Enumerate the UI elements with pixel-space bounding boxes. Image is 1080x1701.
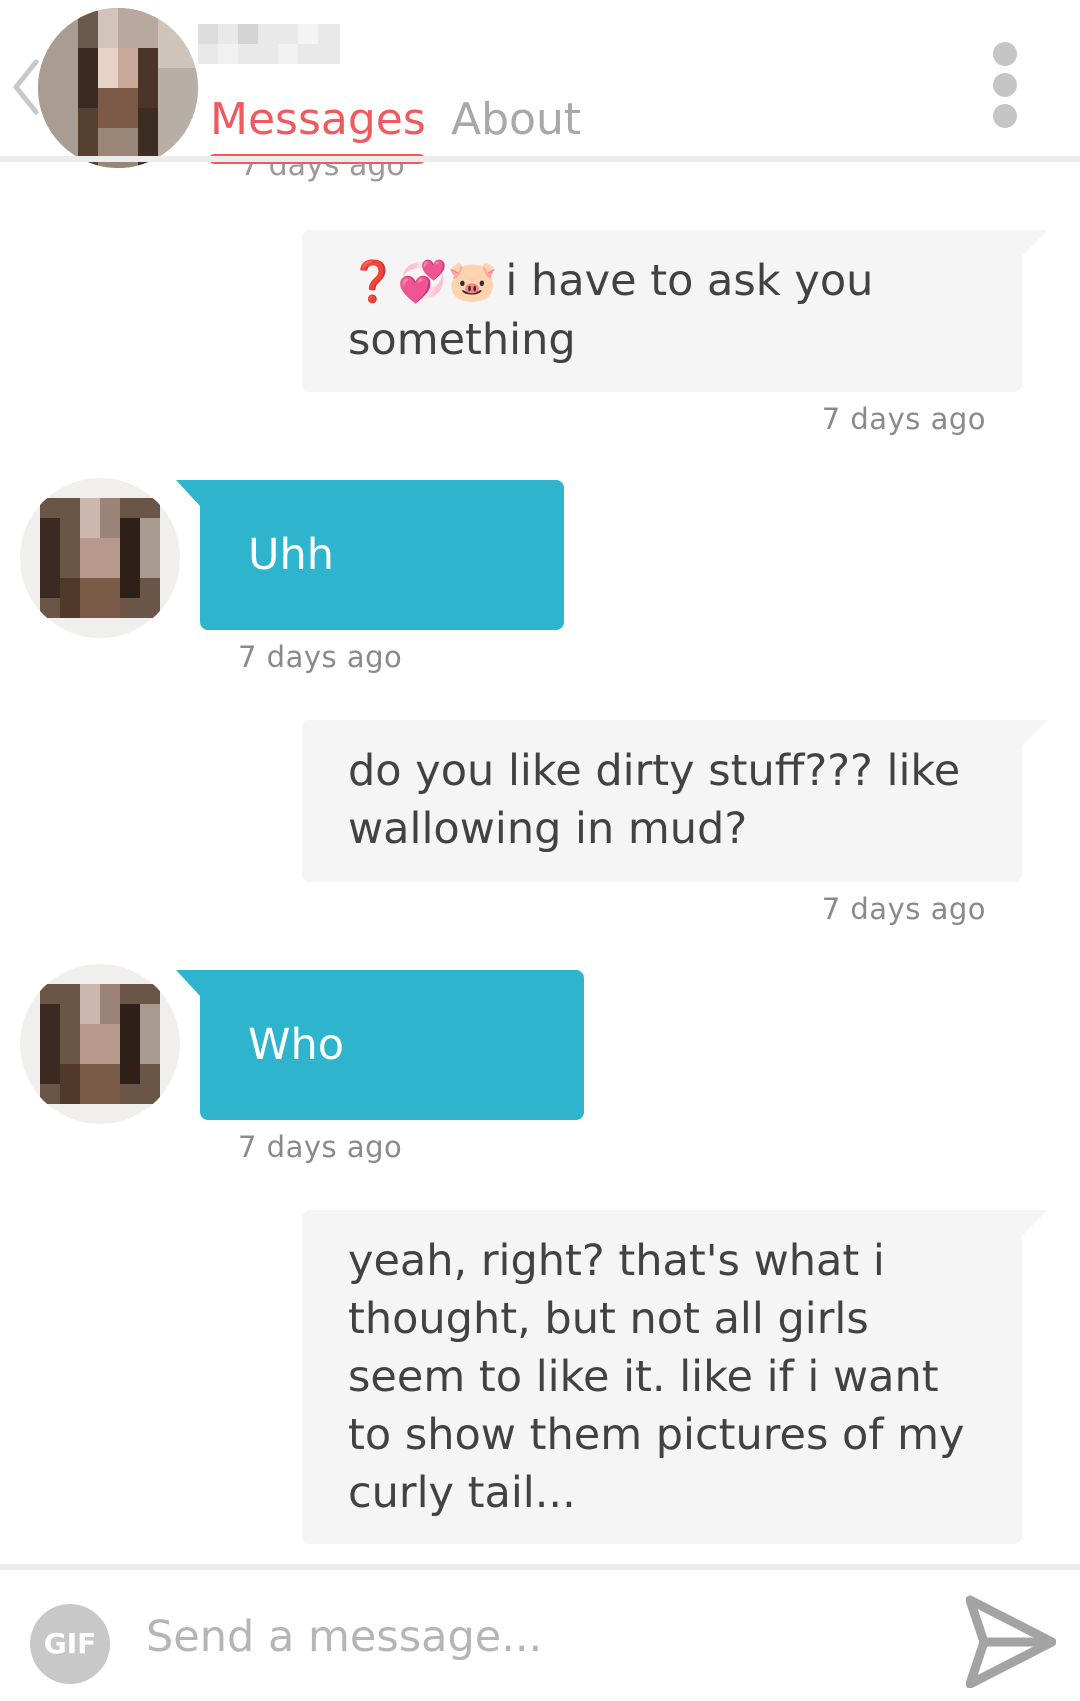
send-icon[interactable] (966, 1592, 1056, 1688)
match-avatar[interactable] (38, 8, 198, 168)
tab-messages[interactable]: Messages (210, 90, 426, 150)
message-timestamp: 7 days ago (238, 1130, 403, 1164)
message-input[interactable]: Send a message... (146, 1612, 542, 1662)
more-vertical-icon[interactable] (990, 40, 1020, 130)
message-text: Who doesn't? (248, 1020, 430, 1220)
match-name-blurred (198, 24, 340, 64)
message-text: yeah, right? that's what i thought, but … (348, 1236, 965, 1518)
outgoing-message[interactable]: ❓💞🐷 i have to ask you something (302, 230, 1048, 392)
incoming-message[interactable]: Who doesn't? (176, 970, 584, 1220)
incoming-message[interactable]: Uhh exciting (176, 480, 564, 730)
chat-header: Messages About (0, 0, 1080, 168)
outgoing-message[interactable]: yeah, right? that's what i thought, but … (302, 1210, 1048, 1544)
message-composer: GIF Send a message... (0, 1564, 1080, 1701)
message-timestamp: 7 days ago (821, 402, 986, 436)
outgoing-message[interactable]: do you like dirty stuff??? like wallowin… (302, 720, 1048, 882)
gif-button[interactable]: GIF (30, 1604, 110, 1684)
tab-about[interactable]: About (451, 90, 581, 150)
match-avatar[interactable] (20, 478, 180, 638)
message-text: do you like dirty stuff??? like wallowin… (348, 746, 961, 854)
emoji-sequence: ❓💞🐷 (348, 259, 498, 305)
message-timestamp: 7 days ago (238, 640, 403, 674)
match-avatar[interactable] (20, 964, 180, 1124)
message-timestamp: 7 days ago (821, 892, 986, 926)
header-divider (0, 156, 1080, 162)
message-text: Uhh exciting (248, 530, 418, 730)
